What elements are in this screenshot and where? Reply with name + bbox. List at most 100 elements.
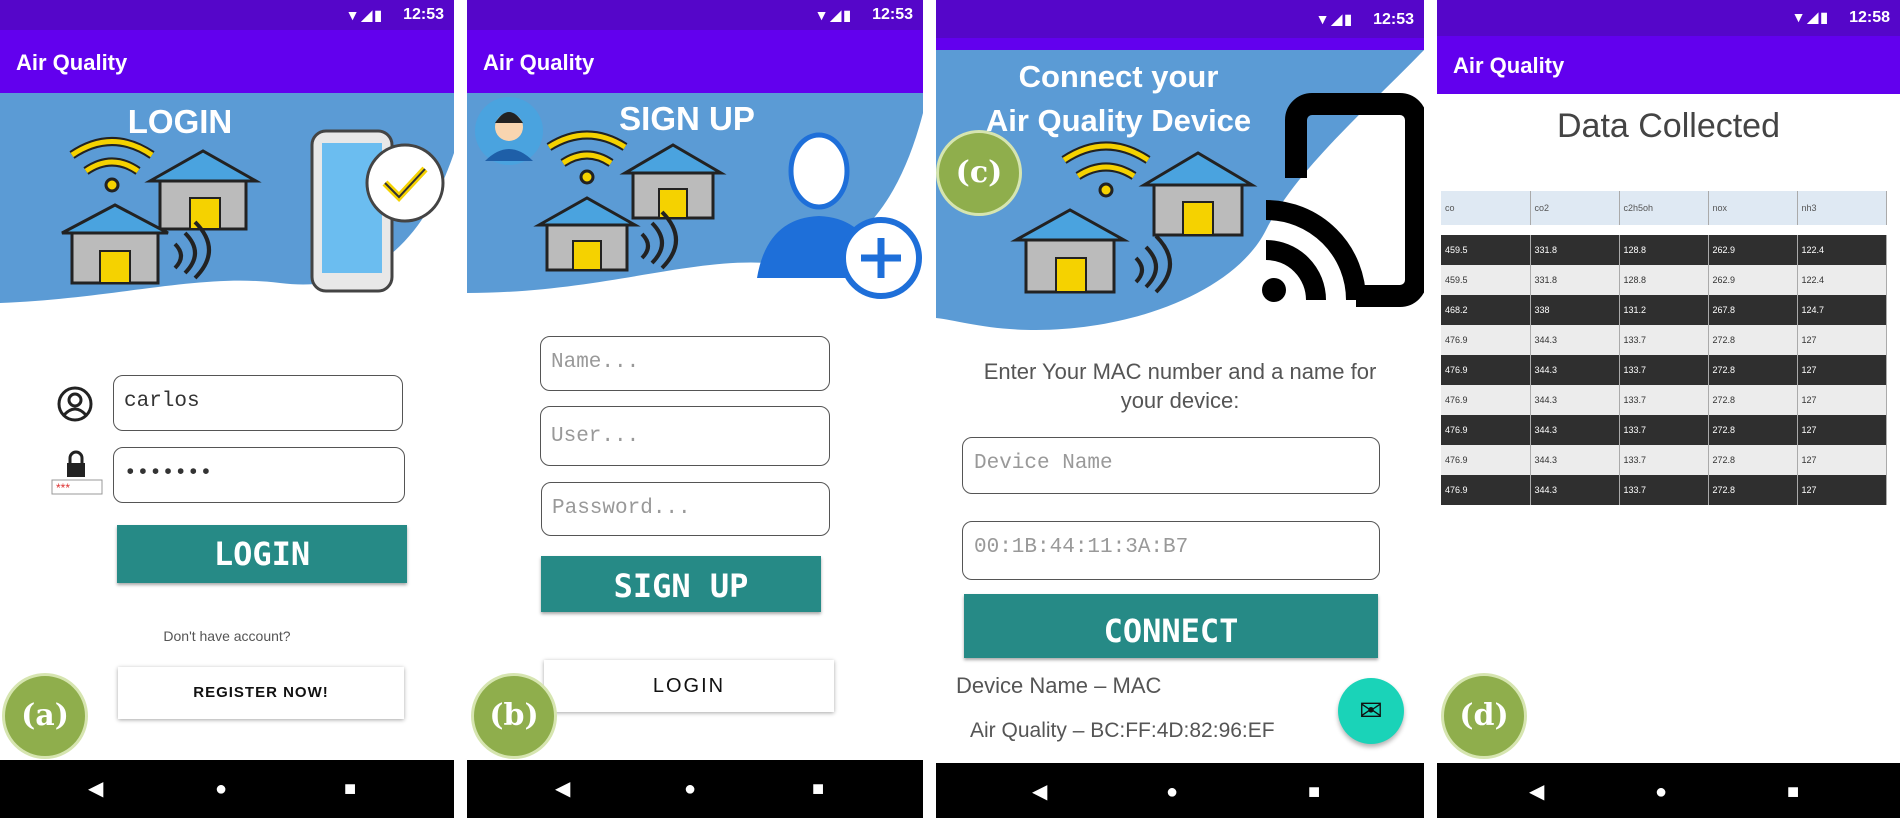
device-name-field[interactable]: Device Name: [962, 437, 1380, 494]
page-title: Data Collected: [1556, 107, 1780, 145]
table-cell: 272.8: [1708, 415, 1798, 445]
login-screen: ▼◢▮ 12:53 Air Quality LOGIN carlos *** •…: [0, 0, 454, 760]
table-cell: 127: [1797, 355, 1887, 385]
table-cell: 124.7: [1797, 295, 1887, 325]
signal-battery-icons: ▼◢▮: [1791, 9, 1830, 25]
hero-title: Connect your Air Quality Device: [956, 55, 1281, 143]
no-account-text: Don't have account?: [163, 628, 291, 644]
home-icon[interactable]: ●: [215, 779, 227, 799]
recents-icon[interactable]: ■: [1787, 782, 1799, 802]
login-button[interactable]: LOGIN: [117, 525, 407, 583]
app-title: Air Quality: [483, 50, 595, 75]
hero-title-line1: Connect your: [1018, 59, 1219, 94]
signup-screen: ▼◢▮ 12:53 Air Quality SIGN UP Name... Us…: [467, 0, 923, 760]
table-cell: 122.4: [1797, 235, 1887, 265]
login-button[interactable]: LOGIN: [544, 660, 834, 712]
password-field[interactable]: •••••••: [113, 447, 405, 503]
home-icon[interactable]: ●: [1655, 782, 1667, 802]
register-now-button[interactable]: REGISTER NOW!: [118, 667, 404, 719]
back-icon[interactable]: ◀: [88, 779, 103, 799]
username-field[interactable]: carlos: [113, 375, 403, 431]
figure-label-a: (a): [2, 673, 88, 759]
table-row: 476.9 344.3 133.7 272.8 127: [1441, 325, 1887, 355]
mail-fab-button[interactable]: ✉: [1338, 678, 1404, 744]
instructions-text: Enter Your MAC number and a name for you…: [936, 357, 1424, 415]
app-title: Air Quality: [16, 50, 128, 75]
table-cell: 344.3: [1530, 325, 1620, 355]
name-field[interactable]: Name...: [540, 336, 830, 391]
hero-title: LOGIN: [127, 103, 233, 140]
table-row: 468.2 338 131.2 267.8 124.7: [1441, 295, 1887, 325]
table-cell: 468.2: [1441, 295, 1531, 325]
connect-screen: ▼◢▮ 12:53 Connect your Air Quality Devic…: [936, 0, 1424, 763]
table-cell: 262.9: [1708, 265, 1798, 295]
app-bar-strip: [936, 38, 1424, 50]
table-cell: 133.7: [1619, 385, 1709, 415]
phone-connect: ▼◢▮ 12:53 Connect your Air Quality Devic…: [936, 0, 1424, 818]
instructions-line2: your device:: [1120, 388, 1240, 413]
table-cell: 476.9: [1441, 445, 1531, 475]
status-time: 12:53: [403, 6, 444, 23]
table-cell: 272.8: [1708, 325, 1798, 355]
app-title: Air Quality: [1453, 53, 1565, 78]
table-header-row: co co2 c2h5oh nox nh3: [1441, 191, 1887, 225]
device-list-header: Device Name – MAC: [956, 673, 1162, 698]
figure-label-d: (d): [1441, 673, 1527, 759]
table-cell: 476.9: [1441, 385, 1531, 415]
table-cell: 331.8: [1530, 235, 1620, 265]
lock-password-icon: ***: [51, 450, 103, 495]
mail-icon: ✉: [1359, 695, 1383, 726]
app-bar: Air Quality: [0, 30, 454, 93]
column-header: nh3: [1797, 191, 1887, 225]
table-cell: 459.5: [1441, 235, 1531, 265]
recents-icon[interactable]: ■: [344, 779, 356, 799]
recents-icon[interactable]: ■: [1308, 782, 1320, 802]
phone-check-icon: [310, 129, 445, 293]
table-cell: 476.9: [1441, 415, 1531, 445]
android-nav-bar: ◀ ● ■: [936, 763, 1424, 818]
table-cell: 272.8: [1708, 445, 1798, 475]
mac-address-field[interactable]: 00:1B:44:11:3A:B7: [962, 521, 1380, 580]
app-bar: Air Quality: [1437, 36, 1900, 94]
back-icon[interactable]: ◀: [1032, 782, 1047, 802]
back-icon[interactable]: ◀: [1529, 782, 1544, 802]
status-bar: ▼◢▮ 12:53: [936, 0, 1424, 38]
table-cell: 272.8: [1708, 385, 1798, 415]
table-row: 476.9 344.3 133.7 272.8 127: [1441, 415, 1887, 445]
table-row: 459.5 331.8 128.8 262.9 122.4: [1441, 265, 1887, 295]
figure-label-c: (c): [936, 130, 1022, 216]
column-header: co2: [1530, 191, 1620, 225]
table-row: 476.9 344.3 133.7 272.8 127: [1441, 445, 1887, 475]
column-header: c2h5oh: [1619, 191, 1709, 225]
status-time: 12:53: [1373, 11, 1414, 28]
instructions-line1: Enter Your MAC number and a name for: [983, 359, 1377, 384]
android-nav-bar: ◀ ● ■: [0, 760, 454, 818]
status-time: 12:53: [872, 6, 913, 23]
device-list-item[interactable]: Air Quality – BC:FF:4D:82:96:EF: [970, 719, 1275, 743]
home-icon[interactable]: ●: [1166, 782, 1178, 802]
table-cell: 133.7: [1619, 355, 1709, 385]
table-cell: 127: [1797, 385, 1887, 415]
avatar-icon: [475, 97, 543, 165]
table-cell: 344.3: [1530, 355, 1620, 385]
table-cell: 262.9: [1708, 235, 1798, 265]
table-cell: 267.8: [1708, 295, 1798, 325]
table-cell: 272.8: [1708, 355, 1798, 385]
password-field[interactable]: Password...: [541, 482, 830, 536]
table-row: 476.9 344.3 133.7 272.8 127: [1441, 385, 1887, 415]
user-field[interactable]: User...: [540, 406, 830, 466]
hero-title-line2: Air Quality Device: [985, 103, 1252, 138]
status-bar: ▼◢▮ 12:53: [0, 0, 454, 30]
android-nav-bar: ◀ ● ■: [467, 760, 923, 818]
connect-button[interactable]: CONNECT: [964, 594, 1378, 658]
table-cell: 122.4: [1797, 265, 1887, 295]
home-icon[interactable]: ●: [684, 779, 696, 799]
column-header: nox: [1708, 191, 1798, 225]
column-header: co: [1441, 191, 1531, 225]
sign-up-button[interactable]: SIGN UP: [541, 556, 821, 612]
table-cell: 344.3: [1530, 445, 1620, 475]
back-icon[interactable]: ◀: [555, 779, 570, 799]
hero-title: SIGN UP: [619, 100, 755, 137]
recents-icon[interactable]: ■: [812, 779, 824, 799]
svg-text:***: ***: [56, 481, 70, 495]
